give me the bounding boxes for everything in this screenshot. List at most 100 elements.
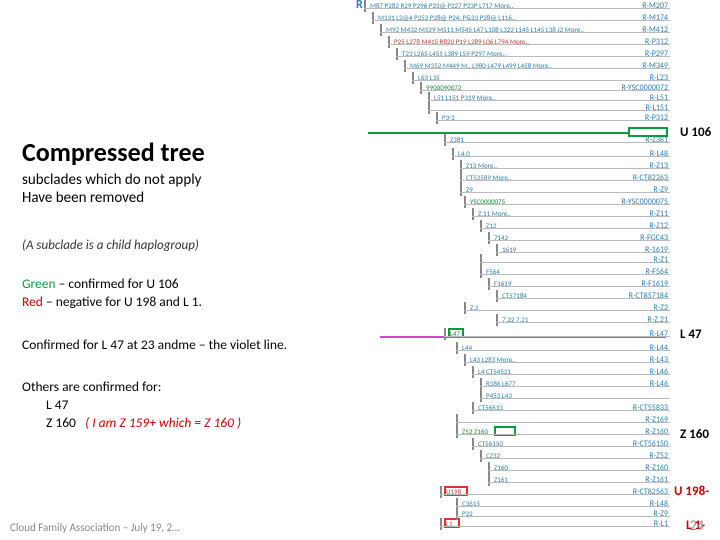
tree-node-label: P453 L43 xyxy=(486,391,512,400)
tree-right-label: R-CT857184 xyxy=(629,291,668,301)
tree-right-label: R-L51 xyxy=(650,93,668,103)
tree-right-label: R-CT55833 xyxy=(633,403,668,413)
tree-right-label: R-M207 xyxy=(642,1,668,11)
tree-right-label: R-M174 xyxy=(642,13,668,23)
tree-node-label: L4.0 xyxy=(458,149,470,158)
tree-connector xyxy=(496,244,498,256)
tree-connector xyxy=(488,232,490,244)
tree-connector xyxy=(472,438,474,450)
tree-connector xyxy=(444,328,446,340)
tree-connector xyxy=(412,72,414,84)
tree-right-label: R-Z169 xyxy=(645,415,668,425)
tree-node-label: P3-2 xyxy=(442,113,455,122)
tree-node-label: Z12 xyxy=(486,221,496,230)
tree-node-label: R386 L677 xyxy=(486,379,516,388)
tree-right-label: R-M349 xyxy=(642,61,668,71)
tree-connector xyxy=(456,342,458,354)
tree-branch xyxy=(456,350,670,351)
tree-node-label: CT52589 More.. xyxy=(466,173,512,182)
tree-branch xyxy=(480,458,670,459)
others-header: Others are confirmed for: xyxy=(22,378,322,396)
highlight-u106-line xyxy=(368,132,628,134)
tree-branch xyxy=(456,422,670,423)
tree-node-label: M131 L3@4 P252 P28@ P24: P&33 P28@ L116.… xyxy=(378,13,515,22)
tree-connector xyxy=(456,426,458,438)
tree-connector xyxy=(456,414,458,426)
tree-branch xyxy=(444,142,670,143)
tree-branch xyxy=(480,262,670,263)
tree-node-label: L47 xyxy=(450,329,460,338)
tree-node-label: M87 P282 R29 P296 P23@ P227 P23P L717 Mo… xyxy=(370,1,513,10)
tree-branch xyxy=(480,228,670,229)
tree-right-label: R-CT82263 xyxy=(633,173,668,183)
tree-connector xyxy=(464,196,466,208)
tree-branch xyxy=(488,482,670,483)
tree-connector xyxy=(436,112,438,124)
tree-right-label: R-L48 xyxy=(650,499,668,509)
tree-node-label: Z381 xyxy=(450,135,464,144)
tree-connector xyxy=(372,12,374,24)
tree-connector xyxy=(388,36,390,48)
annotation-z160: Z 160 xyxy=(680,427,709,442)
tree-branch xyxy=(488,470,670,471)
tree-connector xyxy=(364,0,366,12)
tree-node-label: Z13 More.. xyxy=(466,161,497,170)
annotation-u198: U 198- xyxy=(674,484,709,499)
tree-branch xyxy=(440,526,670,527)
others-l47: L 47 xyxy=(46,396,322,414)
tree-connector xyxy=(472,402,474,414)
tree-connector xyxy=(460,172,462,184)
legend-red-word: Red xyxy=(22,293,43,310)
tree-connector xyxy=(420,82,422,94)
legend-red-rest: – negative for U 198 and L 1. xyxy=(43,293,202,310)
tree-right-label: R-CT56150 xyxy=(633,439,668,449)
tree-right-label: R-L44 xyxy=(650,343,668,353)
tree-right-label: R-L47 xyxy=(650,329,668,339)
tree-connector xyxy=(404,60,406,72)
tree-connector xyxy=(460,184,462,196)
annotation-u106: U 106 xyxy=(680,125,711,140)
slide-subtitle: subclades which do not apply Have been r… xyxy=(22,171,322,209)
tree-connector xyxy=(496,314,498,326)
left-column: Compressed tree subclades which do not a… xyxy=(22,138,322,432)
confirmed-l47-para: Confirmed for L 47 at 23 andme – the vio… xyxy=(22,336,322,354)
tree-node-label: Z9 xyxy=(466,185,473,194)
subtitle-line1: subclades which do not apply xyxy=(22,171,201,189)
tree-node-label: L44 xyxy=(462,343,472,352)
tree-branch xyxy=(496,252,670,253)
tree-right-label: R-L43 xyxy=(650,355,668,365)
tree-node-label: L51 L151 P319 More.. xyxy=(434,93,496,102)
tree-right-label: R-Z2 xyxy=(653,303,668,313)
tree-right-label: R-Z52 xyxy=(649,451,668,461)
tree-connector xyxy=(464,302,466,314)
tree-right-label: R-Z381 xyxy=(645,135,668,145)
tree-right-label: R-F564 xyxy=(645,267,668,277)
tree-right-label: R-Z161 xyxy=(645,475,668,485)
tree-right-label: R-YSC0000075 xyxy=(621,197,668,207)
tree-right-label: R-Z160 xyxy=(645,463,668,473)
tree-right-label: R-YSC0000072 xyxy=(621,83,668,93)
tree-connector xyxy=(488,474,490,486)
tree-node-label: Z161 xyxy=(494,475,508,484)
tree-connector xyxy=(488,278,490,290)
tree-right-label: R-L151 xyxy=(646,103,668,113)
tree-right-label: R-Z1 xyxy=(653,255,668,265)
tree-node-label: Z52 Z160 xyxy=(462,427,488,436)
tree-branch xyxy=(436,120,670,121)
tree-node-label: Z.11 More.. xyxy=(478,209,511,218)
tree-right-label: R-P312 xyxy=(645,113,668,123)
tree-node-label: CT56150 xyxy=(478,439,503,448)
tree-connector xyxy=(480,254,482,266)
tree-image: RM87 P282 R29 P296 P23@ P227 P23P L717 M… xyxy=(330,0,670,530)
tree-right-label: R-CT82563 xyxy=(633,487,668,497)
tree-connector xyxy=(480,266,482,278)
tree-node-label: L43 L283 More.. xyxy=(470,355,516,364)
tree-right-label: R-Z11 xyxy=(649,209,668,219)
tree-node-label: F1619 xyxy=(494,279,511,288)
tree-connector xyxy=(460,160,462,172)
others-z160: Z 160 ( I am Z 159+ which = Z 160 ) xyxy=(46,414,322,432)
annotation-l47: L 47 xyxy=(680,327,702,342)
tree-connector xyxy=(396,48,398,60)
legend-green-rest: – confirmed for U 106 xyxy=(56,275,179,292)
tree-node-label: T23 L265 L455 L389 L59 P297 More.. xyxy=(402,49,506,58)
